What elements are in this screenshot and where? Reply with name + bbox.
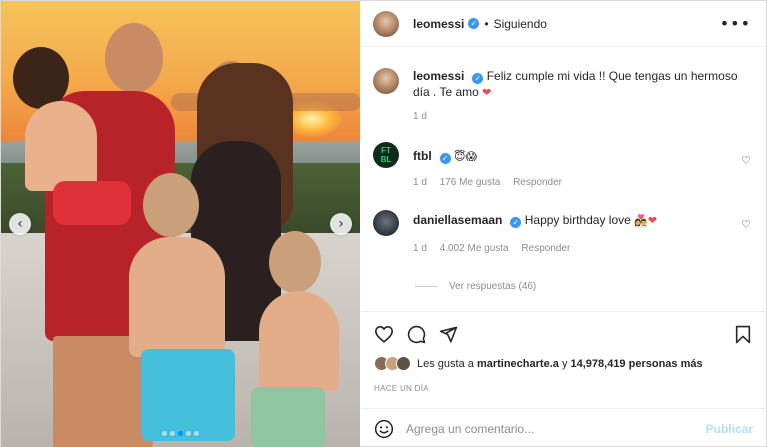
verified-badge-icon: ✓ [439, 153, 451, 164]
photo-person-boy1-head [143, 173, 199, 237]
comment-time[interactable]: 1 d [413, 243, 427, 254]
reply-button[interactable]: Responder [521, 243, 570, 254]
caption-time[interactable]: 1 d [413, 111, 427, 122]
comments-list: leomessi ✓ Feliz cumple mi vida !! Que te… [361, 48, 767, 308]
prev-photo-button[interactable]: ‹ [9, 213, 31, 235]
follow-status-button[interactable]: Siguiendo [494, 17, 547, 31]
next-photo-button[interactable]: › [330, 213, 352, 235]
photo-person-boy2 [259, 291, 339, 391]
photo-person-toddler [25, 101, 97, 191]
post-header: leomessi ✓ • Siguiendo ••• [361, 1, 767, 47]
heart-icon[interactable] [374, 325, 394, 343]
comment-username[interactable]: daniellasemaan [413, 213, 502, 227]
caption-username[interactable]: leomessi [413, 69, 464, 83]
photo-person-toddler-head [13, 47, 69, 109]
carousel-dots [1, 425, 360, 439]
comment-like-heart-icon[interactable]: ♡ [741, 218, 751, 231]
post-time[interactable]: HACE UN DÍA [374, 384, 429, 393]
caption-avatar[interactable] [373, 68, 399, 94]
ftbl-avatar-text: FTBL [380, 146, 392, 164]
liker-avatar [396, 356, 411, 371]
red-heart-emoji-icon: ❤ [647, 214, 658, 227]
comment-body: daniellasemaan ✓ Happy birthday love 👩‍❤️… [413, 210, 751, 229]
photo-person-man-head [105, 23, 163, 93]
photo-person-toddler-shorts [53, 181, 131, 225]
caption-body: leomessi ✓ Feliz cumple mi vida !! Que te… [413, 68, 751, 101]
more-options-icon[interactable]: ••• [720, 14, 751, 33]
carousel-dot [194, 431, 199, 436]
post-photo[interactable]: ‹ › [1, 1, 360, 447]
comment-time[interactable]: 1 d [413, 177, 427, 188]
likes-text: Les gusta a martinecharte.a y 14,978,419… [417, 358, 703, 370]
view-replies-button[interactable]: Ver respuestas (46) [415, 281, 536, 292]
red-heart-emoji-icon: ❤ [482, 86, 492, 99]
comment-likes-count[interactable]: 4.002 Me gusta [440, 243, 509, 254]
carousel-dot-active [178, 431, 183, 436]
publish-button[interactable]: Publicar [706, 422, 753, 436]
comment-text: Happy birthday love [524, 213, 631, 227]
caption-meta: 1 d [413, 111, 751, 122]
comment-item: daniellasemaan ✓ Happy birthday love 👩‍❤️… [373, 210, 751, 254]
post-side-panel: leomessi ✓ • Siguiendo ••• leomessi ✓ Fel… [361, 1, 767, 447]
caption: leomessi ✓ Feliz cumple mi vida !! Que te… [373, 68, 751, 122]
verified-badge-icon: ✓ [472, 73, 484, 84]
verified-badge-icon: ✓ [510, 217, 522, 228]
likes-summary[interactable]: Les gusta a martinecharte.a y 14,978,419… [374, 356, 703, 371]
likes-middle: y [561, 357, 568, 370]
carousel-dot [162, 431, 167, 436]
couple-emoji-icon: 👩‍❤️‍👨 [634, 214, 648, 227]
comment-input[interactable] [406, 421, 706, 436]
bookmark-icon[interactable] [735, 325, 751, 344]
author-username[interactable]: leomessi [413, 17, 464, 31]
reply-button[interactable]: Responder [513, 177, 562, 188]
likes-user[interactable]: martinecharte.a [477, 358, 559, 370]
comment-avatar[interactable] [373, 210, 399, 236]
comment-like-heart-icon[interactable]: ♡ [741, 154, 751, 167]
post-modal: ‹ › leomessi ✓ • Siguiendo ••• leomessi ✓… [0, 0, 767, 447]
likes-prefix: Les gusta a [417, 357, 474, 370]
view-replies-label: Ver respuestas (46) [449, 281, 537, 292]
comment-icon[interactable] [407, 325, 426, 344]
comment-username[interactable]: ftbl [413, 149, 432, 163]
action-bar [361, 311, 767, 345]
comment-avatar[interactable]: FTBL [373, 142, 399, 168]
comment-likes-count[interactable]: 176 Me gusta [440, 177, 501, 188]
carousel-dot [186, 431, 191, 436]
photo-person-boy2-head [269, 231, 321, 293]
comment-meta: 1 d 4.002 Me gusta Responder [413, 243, 751, 254]
verified-badge-icon: ✓ [468, 18, 480, 29]
author-avatar[interactable] [373, 10, 399, 37]
comment-meta: 1 d 176 Me gusta Responder [413, 177, 751, 188]
photo-person-boy1 [129, 237, 225, 357]
carousel-dot [170, 431, 175, 436]
header-separator: • [484, 16, 489, 31]
emoji-icon[interactable] [374, 419, 394, 439]
comment-body: ftbl ✓ 😇😱 [413, 142, 751, 165]
likes-count[interactable]: 14,978,419 personas más [571, 358, 703, 370]
replies-line [415, 286, 437, 287]
comment-text: 😇😱 [454, 150, 477, 163]
comment-composer: Publicar [361, 408, 767, 447]
share-icon[interactable] [439, 325, 458, 344]
comment-item: FTBL ftbl ✓ 😇😱 ♡ 1 d 176 Me gusta Respond… [373, 142, 751, 188]
